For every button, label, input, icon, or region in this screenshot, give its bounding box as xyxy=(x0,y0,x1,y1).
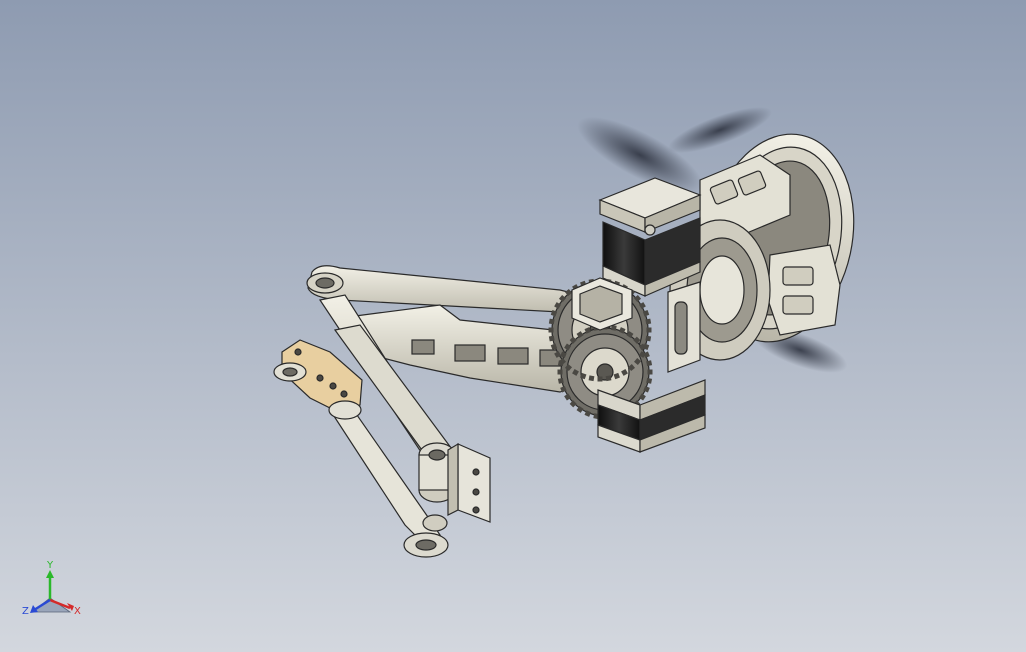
triad-z-label: Z xyxy=(22,606,29,617)
gear-tooth xyxy=(588,375,595,382)
gear-tooth xyxy=(645,335,652,342)
bearing-plate[interactable] xyxy=(667,281,701,373)
triad-x-label: X xyxy=(74,606,81,617)
3d-viewport[interactable]: Y X Z xyxy=(0,0,1026,652)
end-bracket-plate[interactable] xyxy=(447,442,491,523)
gear-tooth xyxy=(597,376,603,382)
triad-y-label: Y xyxy=(46,560,54,571)
gear-tooth xyxy=(548,318,555,325)
model-canvas[interactable]: Y X Z xyxy=(0,0,1026,652)
gear-tooth xyxy=(557,377,564,384)
gear-tooth xyxy=(646,327,652,333)
gear-tooth xyxy=(645,318,652,325)
gear-tooth xyxy=(646,377,653,384)
gear-tooth xyxy=(647,369,653,375)
gear-tooth xyxy=(646,360,653,367)
gear-tooth xyxy=(557,369,563,375)
gear-tooth xyxy=(548,327,554,333)
gear-tooth xyxy=(605,375,612,382)
gear-tooth xyxy=(557,360,564,367)
gear-tooth xyxy=(548,335,555,342)
